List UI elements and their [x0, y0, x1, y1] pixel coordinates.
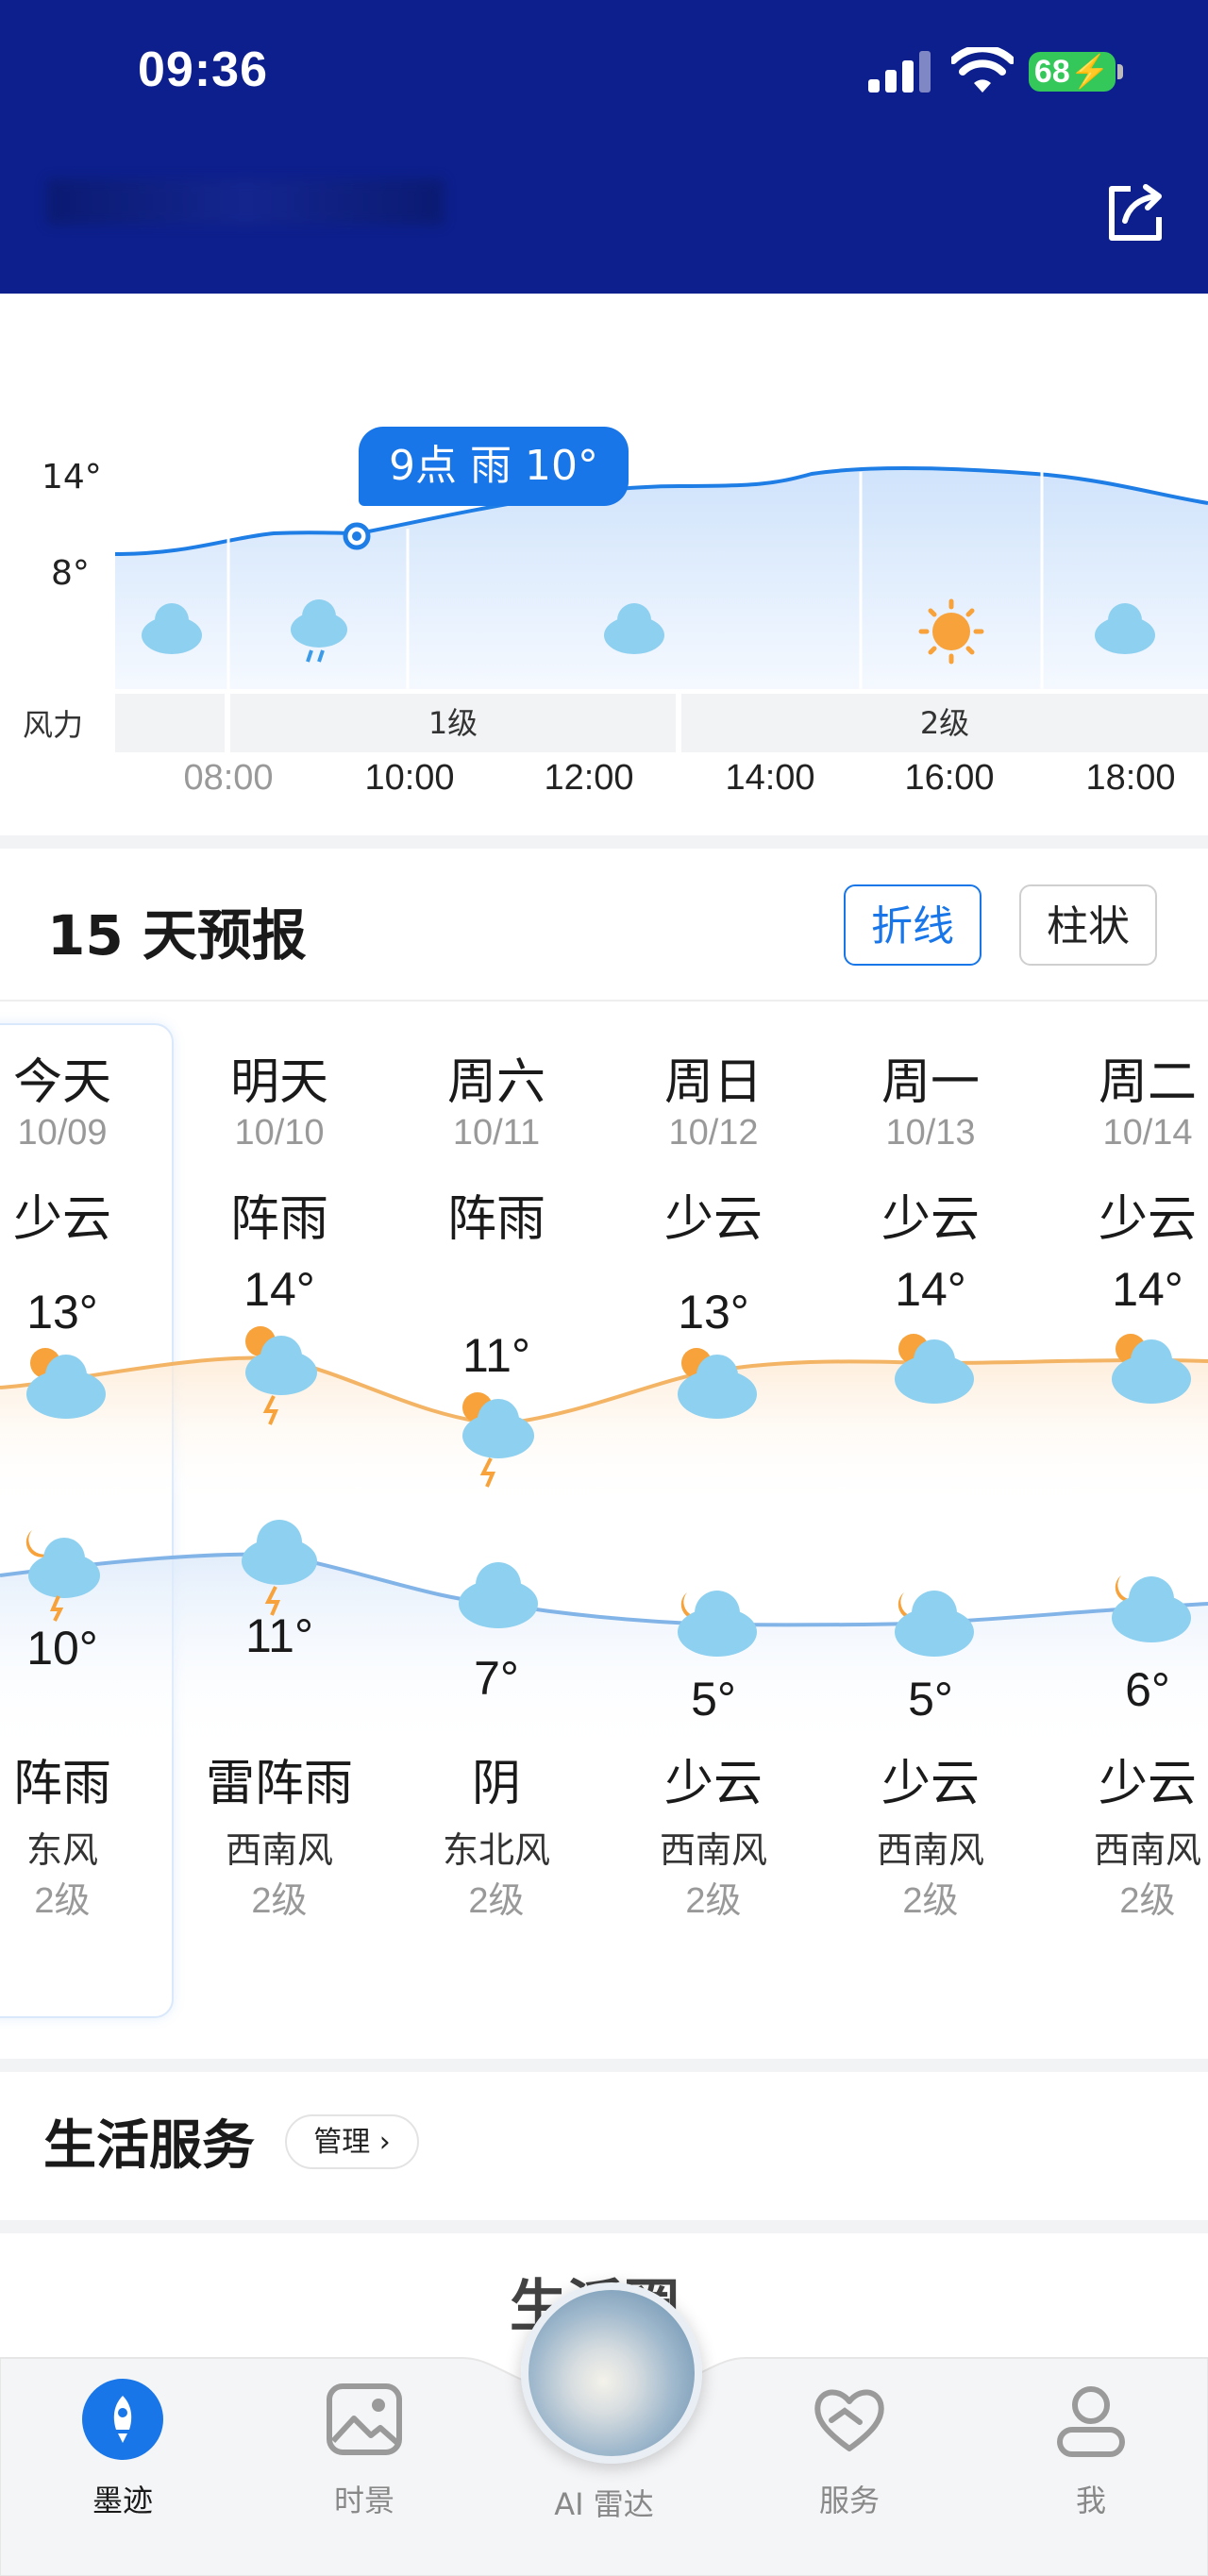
cellular-signal-icon	[868, 49, 934, 93]
ai-radar-orb-icon[interactable]	[521, 2282, 702, 2464]
day-name: 明天	[229, 1054, 328, 1111]
fifteen-day-forecast[interactable]: 15 天预报 折线 柱状 今天 10/09 少云 13° 10° 阵雨 东风 2…	[0, 849, 1208, 2059]
wind-direction: 西南风	[659, 1829, 767, 1871]
low-temp: 6°	[1125, 1663, 1170, 1716]
night-weather: 少云	[1098, 1756, 1197, 1812]
wind-band-level-1: 1级	[230, 694, 676, 752]
day-date: 10/12	[668, 1113, 759, 1153]
day-weather: 少云	[881, 1191, 980, 1248]
night-weather: 阴	[471, 1756, 521, 1812]
heart-hand-icon	[807, 2377, 892, 2462]
low-temp: 10°	[26, 1622, 98, 1675]
battery-indicator: 68⚡	[1029, 52, 1116, 92]
day-name: 周日	[663, 1054, 763, 1111]
wifi-icon	[951, 47, 1014, 93]
time-label: 08:00	[183, 758, 274, 798]
low-temp: 11°	[245, 1609, 313, 1662]
day-name: 周二	[1098, 1054, 1197, 1111]
wind-level: 2级	[685, 1881, 742, 1921]
high-temp: 13°	[26, 1286, 98, 1339]
wind-band-past	[115, 694, 225, 752]
app-header: 09:36 68⚡	[0, 0, 1208, 294]
day-name: 周六	[446, 1054, 545, 1111]
time-label: 10:00	[364, 758, 455, 798]
nav-item-scenery[interactable]: 时景	[270, 2377, 459, 2520]
nav-label: 墨迹	[92, 2483, 153, 2518]
day-name: 周一	[881, 1054, 980, 1111]
partly-cloudy-icon	[26, 1348, 106, 1419]
picture-icon	[322, 2377, 407, 2462]
day-date: 10/11	[452, 1113, 541, 1153]
nav-item-me[interactable]: 我	[997, 2377, 1185, 2520]
wind-level: 2级	[34, 1881, 91, 1921]
day-weather: 少云	[663, 1191, 763, 1248]
wind-level: 2级	[468, 1881, 525, 1921]
rocket-icon	[80, 2377, 165, 2462]
night-cloudy-icon	[895, 1591, 974, 1657]
partly-cloudy-icon	[1112, 1334, 1191, 1404]
share-icon[interactable]	[1102, 179, 1168, 245]
nav-label: 我	[1075, 2483, 1106, 2518]
wind-level: 2级	[902, 1881, 959, 1921]
night-cloudy-icon	[1112, 1575, 1191, 1642]
wind-direction: 西南风	[1093, 1829, 1201, 1871]
day-date: 10/13	[885, 1113, 976, 1153]
wind-band-level-2: 2级	[681, 694, 1208, 752]
battery-tip	[1117, 64, 1123, 79]
day-date: 10/14	[1102, 1113, 1193, 1153]
time-label: 14:00	[725, 758, 815, 798]
bottom-navigation: 墨迹 时景 AI 雷达 服务 我	[0, 2282, 1208, 2576]
day-weather: 少云	[1098, 1191, 1197, 1248]
day-weather: 阵雨	[229, 1191, 328, 1248]
nav-item-service[interactable]: 服务	[755, 2377, 944, 2520]
partly-cloudy-icon	[895, 1334, 974, 1404]
time-label: 18:00	[1085, 758, 1176, 798]
night-weather: 少云	[663, 1756, 763, 1812]
section-divider	[0, 835, 1208, 849]
day-weather: 少云	[12, 1191, 111, 1248]
night-weather: 阵雨	[12, 1756, 111, 1812]
high-temp: 14°	[1112, 1263, 1183, 1316]
y-label-high: 14°	[42, 458, 102, 497]
nav-label[interactable]: AI 雷达	[510, 2481, 698, 2524]
low-temp: 7°	[474, 1652, 519, 1705]
high-temp: 11°	[462, 1329, 530, 1382]
night-weather: 少云	[881, 1756, 980, 1812]
nav-label: 服务	[818, 2483, 880, 2518]
wind-direction: 东风	[25, 1829, 98, 1871]
partly-cloudy-icon	[678, 1348, 757, 1419]
time-label: 12:00	[544, 758, 634, 798]
wind-level: 2级	[1119, 1881, 1176, 1921]
y-label-low: 8°	[51, 554, 90, 593]
day-name: 今天	[12, 1054, 111, 1111]
high-temp: 14°	[243, 1263, 315, 1316]
status-time: 09:36	[138, 42, 268, 97]
wind-direction: 西南风	[876, 1829, 984, 1871]
day-date: 10/10	[234, 1113, 325, 1153]
nav-item-moji[interactable]: 墨迹	[28, 2377, 217, 2520]
high-temp: 14°	[895, 1263, 966, 1316]
cloud-icon	[459, 1562, 538, 1628]
section-divider	[0, 2220, 1208, 2233]
wind-direction: 西南风	[225, 1829, 333, 1871]
wind-direction: 东北风	[442, 1829, 550, 1871]
night-weather: 雷阵雨	[205, 1756, 353, 1812]
person-icon	[1049, 2377, 1133, 2462]
section-divider	[0, 2059, 1208, 2072]
wind-row-label: 风力	[23, 707, 84, 743]
high-temp: 13°	[678, 1286, 749, 1339]
low-temp: 5°	[908, 1673, 953, 1726]
night-cloudy-icon	[678, 1591, 757, 1657]
day-date: 10/09	[17, 1113, 108, 1153]
life-service-title: 生活服务	[43, 2115, 255, 2177]
location-title-blurred	[47, 179, 444, 225]
time-label: 16:00	[904, 758, 995, 798]
manage-button[interactable]: 管理 ›	[285, 2114, 419, 2169]
nav-label: 时景	[333, 2483, 394, 2518]
hourly-tooltip: 9点 雨 10°	[359, 427, 629, 506]
low-temp: 5°	[691, 1673, 736, 1726]
wind-level: 2级	[251, 1881, 308, 1921]
hourly-forecast[interactable]: 9点 雨 10° 14° 8° 风力 1级 2级 08:00 10:00 12:…	[0, 335, 1208, 835]
day-weather: 阵雨	[446, 1191, 545, 1248]
